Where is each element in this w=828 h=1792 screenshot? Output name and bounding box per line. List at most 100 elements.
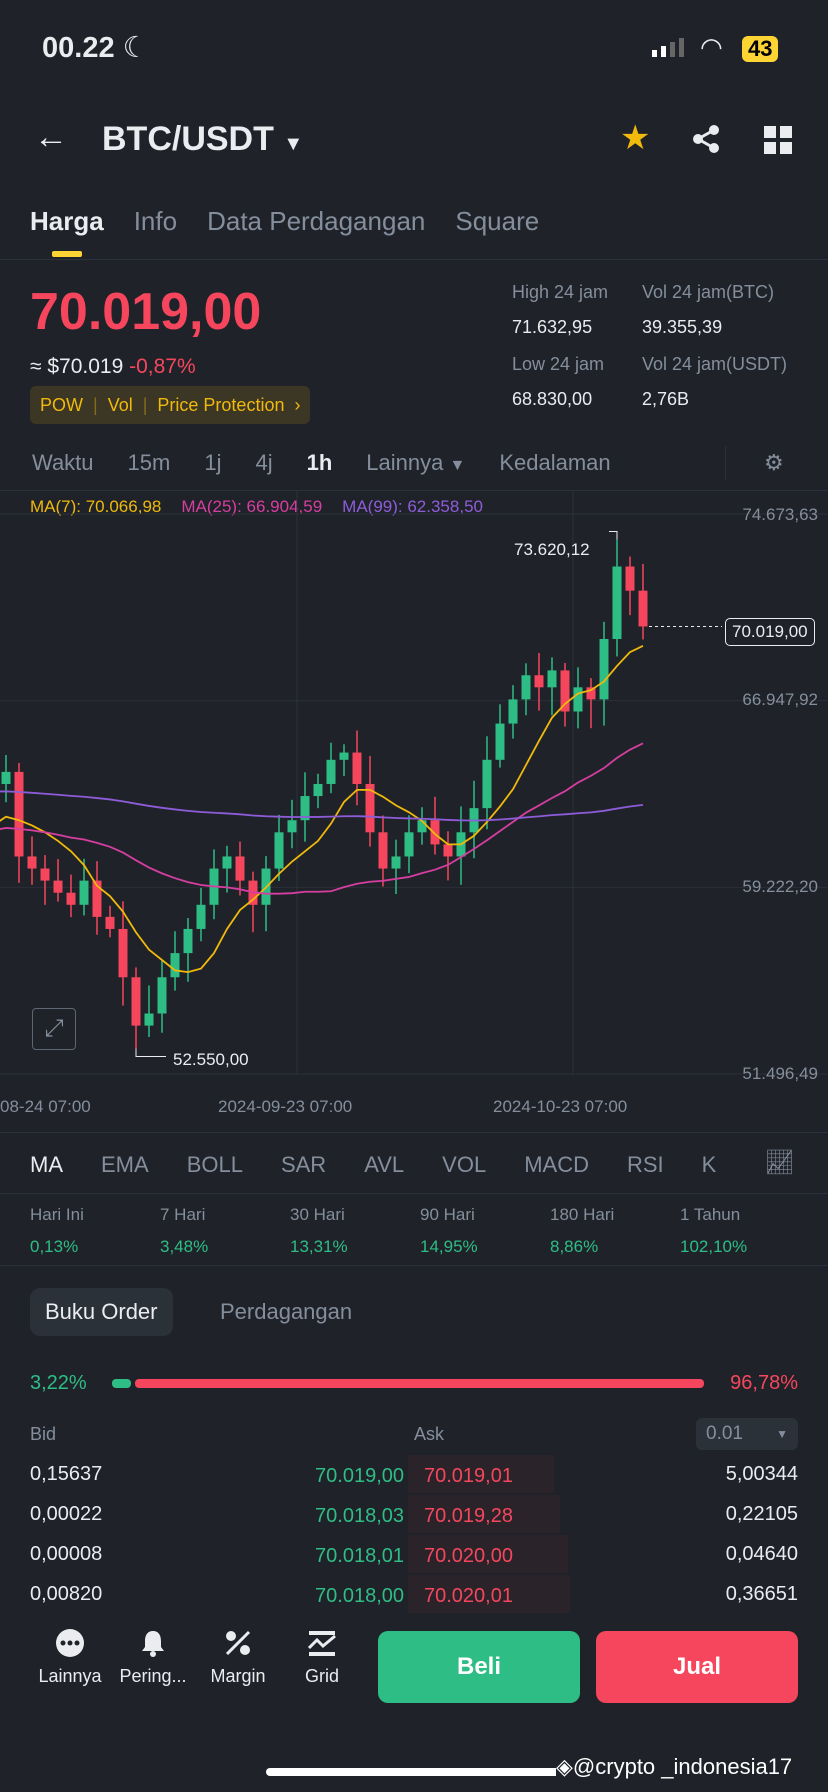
bid-bar xyxy=(112,1379,132,1388)
candle-body xyxy=(170,953,180,978)
candle-body xyxy=(144,1013,154,1026)
candle-body xyxy=(118,928,128,978)
caret-down-icon: ▼ xyxy=(449,457,466,474)
perf-label: 1 Tahun xyxy=(680,1205,741,1224)
binance-logo-icon: ◈ xyxy=(556,1754,573,1779)
candle-body xyxy=(430,820,440,845)
interval-1h[interactable]: 1h xyxy=(307,450,333,476)
chart-settings-icon[interactable]: ⚙ xyxy=(764,450,784,476)
indicator-sar[interactable]: SAR xyxy=(281,1152,326,1178)
candlestick-chart[interactable] xyxy=(0,490,828,1130)
candle-body xyxy=(105,916,115,929)
indicator-macd[interactable]: MACD xyxy=(524,1152,589,1178)
ask-header: Ask xyxy=(414,1424,445,1444)
candle-body xyxy=(326,759,336,784)
home-indicator[interactable] xyxy=(266,1768,562,1776)
indicator-rsi[interactable]: RSI xyxy=(627,1152,664,1178)
more-label: Lainnya xyxy=(366,450,444,475)
orderbook-row[interactable]: 0,00820 70.018,00 70.020,01 0,36651 xyxy=(30,1575,798,1615)
precision-select[interactable]: 0.01 ▼ xyxy=(696,1418,798,1450)
indicator-ema[interactable]: EMA xyxy=(101,1152,149,1178)
ask-percent: 96,78% xyxy=(730,1372,798,1394)
tab-data-perdagangan[interactable]: Data Perdagangan xyxy=(207,206,425,237)
candle-body xyxy=(235,856,245,881)
candle-body xyxy=(612,566,622,640)
nav-margin[interactable]: Margin xyxy=(193,1628,283,1687)
indicator-k[interactable]: K xyxy=(702,1152,717,1178)
bid-qty: 0,00820 xyxy=(30,1583,103,1605)
candle-body xyxy=(40,868,50,881)
stat-vol-usdt: Vol 24 jam(USDT) 2,76B xyxy=(642,354,787,410)
candle-body xyxy=(274,832,284,869)
perf-item: 1 Tahun 102,10% xyxy=(680,1205,810,1257)
indicator-boll[interactable]: BOLL xyxy=(187,1152,243,1178)
badge-pow: POW xyxy=(40,394,83,415)
nav-lainnya[interactable]: Lainnya xyxy=(25,1628,115,1687)
indicator-avl[interactable]: AVL xyxy=(364,1152,404,1178)
star-icon[interactable]: ★ xyxy=(620,118,650,158)
percent-icon xyxy=(225,1630,251,1656)
orderbook-row[interactable]: 0,00008 70.018,01 70.020,00 0,04640 xyxy=(30,1535,798,1575)
perf-value: 13,31% xyxy=(290,1237,348,1256)
high-annotation: 73.620,12 xyxy=(514,540,590,559)
back-icon[interactable]: ← xyxy=(34,118,68,157)
current-price-tag: 70.019,00 xyxy=(725,618,815,646)
candle-body xyxy=(287,820,297,833)
sell-button[interactable]: Jual xyxy=(596,1631,798,1703)
tab-info[interactable]: Info xyxy=(134,206,177,237)
tag-badges[interactable]: POW | Vol | Price Protection › xyxy=(30,386,311,424)
low-annotation: 52.550,00 xyxy=(173,1050,249,1069)
nav-peringatan[interactable]: Pering... xyxy=(108,1628,198,1687)
tab-buku-order[interactable]: Buku Order xyxy=(30,1288,173,1336)
interval-15m[interactable]: 15m xyxy=(128,450,171,476)
perf-label: 7 Hari xyxy=(160,1205,206,1224)
indicator-ma[interactable]: MA xyxy=(30,1152,63,1178)
indicator-chart-icon[interactable]: 📈︎ xyxy=(745,1148,795,1184)
stat-label: Vol 24 jam(BTC) xyxy=(642,282,775,302)
perf-item: 7 Hari 3,48% xyxy=(160,1205,290,1257)
candle-body xyxy=(599,639,609,700)
ask-qty: 5,00344 xyxy=(725,1463,798,1485)
interval-4j[interactable]: 4j xyxy=(255,450,272,476)
caret-down-icon: ▼ xyxy=(776,1427,788,1441)
candle-body xyxy=(521,675,531,700)
interval-depth[interactable]: Kedalaman xyxy=(499,450,610,476)
orderbook-row[interactable]: 0,00022 70.018,03 70.019,28 0,22105 xyxy=(30,1495,798,1535)
candle-body xyxy=(1,771,11,784)
indicator-vol[interactable]: VOL xyxy=(442,1152,486,1178)
interval-waktu[interactable]: Waktu xyxy=(32,450,94,476)
divider xyxy=(0,1193,828,1194)
bid-price: 70.018,00 xyxy=(315,1585,404,1607)
interval-1j[interactable]: 1j xyxy=(204,450,221,476)
tab-harga[interactable]: Harga xyxy=(30,206,104,237)
candle-body xyxy=(196,904,206,929)
nav-grid[interactable]: Grid xyxy=(277,1628,367,1687)
fullscreen-icon[interactable]: ⤢ xyxy=(32,1008,76,1050)
last-price: 70.019,00 xyxy=(30,283,262,341)
perf-label: 90 Hari xyxy=(420,1205,475,1224)
bell-icon xyxy=(142,1631,164,1657)
bid-percent: 3,22% xyxy=(30,1372,87,1394)
y-tick-label: 59.222,20 xyxy=(742,877,818,896)
interval-more[interactable]: Lainnya ▼ xyxy=(366,450,465,476)
buy-button[interactable]: Beli xyxy=(378,1631,580,1703)
perf-label: Hari Ini xyxy=(30,1205,84,1224)
stat-label: Low 24 jam xyxy=(512,354,605,374)
perf-value: 3,48% xyxy=(160,1237,209,1256)
divider xyxy=(0,1132,828,1133)
tab-perdagangan[interactable]: Perdagangan xyxy=(220,1299,352,1325)
candle-body xyxy=(495,723,505,760)
performance-row: Hari Ini 0,13% 7 Hari 3,48% 30 Hari 13,31% … xyxy=(30,1205,810,1257)
stat-value: 39.355,39 xyxy=(642,317,723,337)
candle-body xyxy=(79,880,89,905)
bid-ask-ratio-bar xyxy=(112,1379,704,1388)
orderbook-row[interactable]: 0,15637 70.019,00 70.019,01 5,00344 xyxy=(30,1455,798,1495)
share-icon[interactable] xyxy=(692,124,722,154)
nav-label: Lainnya xyxy=(38,1666,102,1686)
pair-selector[interactable]: BTC/USDT ▼ xyxy=(102,120,303,159)
candle-body xyxy=(378,832,388,869)
grid-menu-icon[interactable] xyxy=(764,126,792,154)
tab-square[interactable]: Square xyxy=(455,206,539,237)
ask-price: 70.020,00 xyxy=(424,1545,513,1567)
stat-value: 71.632,95 xyxy=(512,317,593,337)
